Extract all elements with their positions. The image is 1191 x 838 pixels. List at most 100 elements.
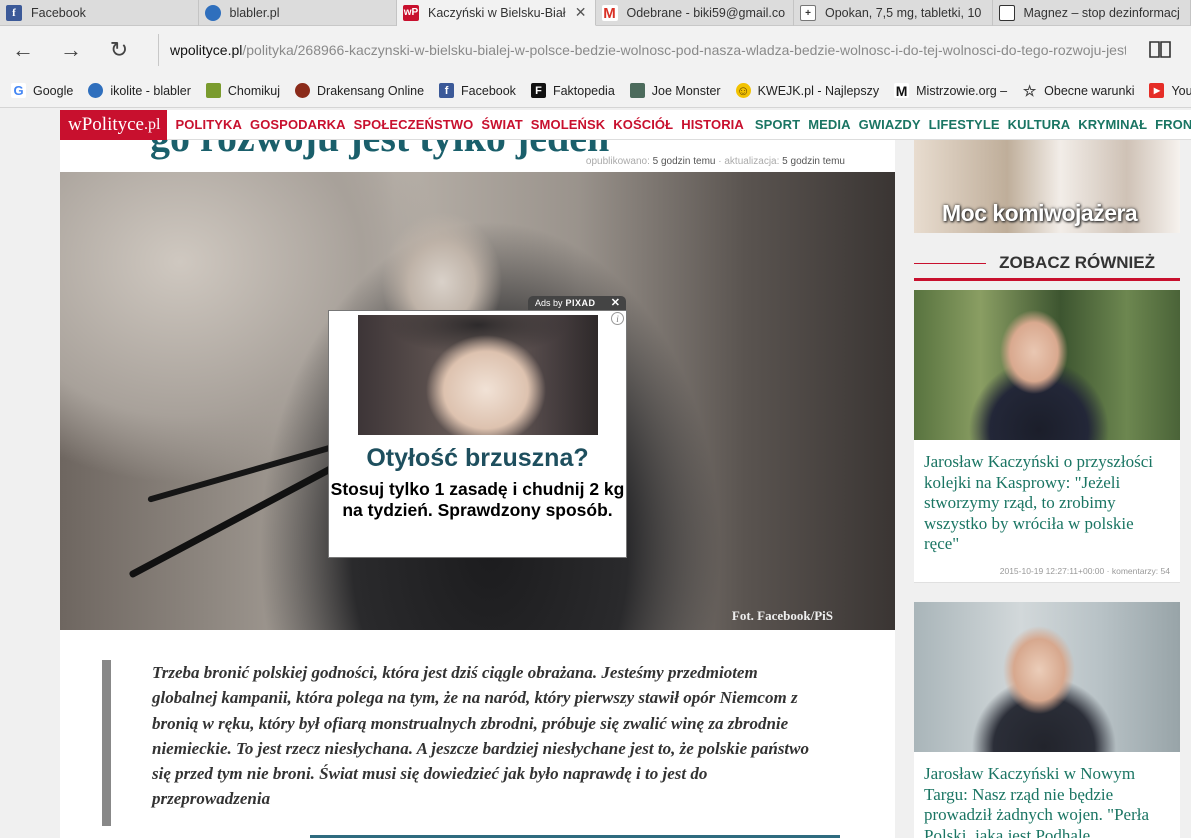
close-ad-icon[interactable]: ✕ bbox=[611, 296, 620, 309]
bookmark-label: Joe Monster bbox=[651, 83, 721, 98]
bookmark-label: Drakensang Online bbox=[317, 83, 425, 98]
updated-label: · aktualizacja: bbox=[718, 156, 780, 167]
site-logo[interactable]: wPolityce .pl bbox=[60, 109, 168, 140]
mistrzowie-icon: M bbox=[894, 82, 910, 99]
ad-popup[interactable]: i Otyłość brzuszna? Stosuj tylko 1 zasad… bbox=[328, 310, 627, 558]
comments-label: · komentarzy: bbox=[1106, 566, 1159, 576]
ad-brand: PIXAD bbox=[565, 298, 596, 308]
tab-facebook[interactable]: f Facebook bbox=[0, 0, 199, 26]
bookmark-label: Google bbox=[33, 83, 74, 98]
nav-gwiazdy[interactable]: GWIAZDY bbox=[859, 117, 921, 132]
address-bar[interactable]: wpolityce.pl/polityka/268966-kaczynski-w… bbox=[158, 34, 1126, 66]
article-meta: opublikowano: 5 godzin temu · aktualizac… bbox=[586, 156, 845, 167]
sidebar: Moc komiwojażera ZOBACZ RÓWNIEŻ Jarosław… bbox=[914, 140, 1180, 838]
logo-suffix: .pl bbox=[144, 115, 161, 133]
youtube-icon: ▶ bbox=[1149, 83, 1165, 98]
bookmark-drakensang[interactable]: Drakensang Online bbox=[295, 83, 424, 98]
address-path: /polityka/268966-kaczynski-w-bielsku-bia… bbox=[242, 42, 1126, 58]
bookmark-facebook[interactable]: f Facebook bbox=[439, 83, 516, 98]
related-article-card[interactable]: Jarosław Kaczyński w Nowym Targu: Nasz r… bbox=[914, 602, 1180, 838]
tab-wpolityce-article[interactable]: wP Kaczyński w Bielsku-Biał ✕ bbox=[397, 0, 596, 26]
bookmark-kwejk[interactable]: ☺ KWEJK.pl - Najlepszy bbox=[735, 83, 879, 98]
nav-swiat[interactable]: ŚWIAT bbox=[481, 117, 522, 132]
nav-sport[interactable]: SPORT bbox=[755, 117, 800, 132]
window-icon bbox=[998, 5, 1015, 21]
photo-caption: Fot. Facebook/PiS bbox=[731, 608, 833, 623]
bookmark-obecne-warunki[interactable]: ☆ Obecne warunki bbox=[1022, 82, 1135, 100]
nav-spoleczenstwo[interactable]: SPOŁECZEŃSTWO bbox=[354, 117, 474, 132]
bookmark-faktopedia[interactable]: F Faktopedia bbox=[530, 83, 615, 98]
bookmark-joe-monster[interactable]: Joe Monster bbox=[629, 83, 721, 98]
article-lead: Trzeba bronić polskiej godności, która j… bbox=[102, 660, 822, 826]
ad-label: Ads by PIXAD ✕ bbox=[528, 296, 626, 310]
ad-image[interactable] bbox=[358, 315, 598, 435]
related-article-title[interactable]: Jarosław Kaczyński o przyszłości kolejki… bbox=[924, 452, 1172, 555]
related-article-image[interactable] bbox=[914, 602, 1180, 752]
bookmarks-bar: G Google ikolite - blabler Chomikuj Drak… bbox=[0, 74, 1191, 108]
related-article-card[interactable]: Jarosław Kaczyński o przyszłości kolejki… bbox=[914, 290, 1180, 583]
bookmark-label: YouT bbox=[1171, 83, 1191, 98]
promo-banner[interactable]: Moc komiwojażera bbox=[914, 140, 1180, 233]
tab-label: Kaczyński w Bielsku-Biał bbox=[428, 5, 566, 20]
bookmark-label: Mistrzowie.org – bbox=[916, 83, 1008, 98]
nav-kultura[interactable]: KULTURA bbox=[1008, 117, 1071, 132]
site-main-nav: wPolityce .pl POLITYKA GOSPODARKA SPOŁECZ… bbox=[60, 109, 1191, 140]
reading-view-icon[interactable] bbox=[1149, 39, 1173, 61]
divider bbox=[914, 263, 986, 264]
drakensang-icon bbox=[295, 83, 311, 98]
bookmark-label: ikolite - blabler bbox=[110, 83, 191, 98]
ad-title[interactable]: Otyłość brzuszna? bbox=[329, 444, 626, 473]
bookmark-label: Chomikuj bbox=[227, 83, 281, 98]
related-article-title[interactable]: Jarosław Kaczyński w Nowym Targu: Nasz r… bbox=[924, 764, 1172, 838]
smiley-icon: ☺ bbox=[735, 83, 751, 98]
see-also-title: ZOBACZ RÓWNIEŻ bbox=[999, 253, 1155, 272]
tab-label: Facebook bbox=[31, 6, 86, 20]
facebook-icon: f bbox=[439, 83, 455, 98]
nav-kryminal[interactable]: KRYMINAŁ bbox=[1078, 117, 1147, 132]
back-arrow-icon[interactable]: ← bbox=[8, 35, 38, 65]
star-icon: ☆ bbox=[1022, 82, 1037, 100]
published-value: 5 godzin temu bbox=[652, 156, 716, 167]
divider bbox=[914, 278, 1180, 281]
bookmark-chomikuj[interactable]: Chomikuj bbox=[205, 83, 281, 98]
nav-polityka[interactable]: POLITYKA bbox=[175, 117, 242, 132]
tab-label: Magnez – stop dezinformacj bbox=[1023, 6, 1180, 20]
close-tab-icon[interactable]: ✕ bbox=[575, 4, 587, 21]
refresh-icon[interactable]: ↻ bbox=[104, 35, 134, 65]
facebook-icon: f bbox=[6, 5, 22, 21]
tab-blabler[interactable]: blabler.pl bbox=[199, 0, 397, 26]
nav-kosciol[interactable]: KOŚCIÓŁ bbox=[613, 117, 673, 132]
bookmark-label: Faktopedia bbox=[552, 83, 615, 98]
nav-historia[interactable]: HISTORIA bbox=[681, 117, 744, 132]
ad-body[interactable]: Stosuj tylko 1 zasadę i chudnij 2 kg na … bbox=[329, 479, 626, 521]
bookmark-youtube[interactable]: ▶ YouT bbox=[1149, 83, 1191, 98]
globe-icon bbox=[88, 83, 104, 98]
article-lead-text: Trzeba bronić polskiej godności, która j… bbox=[152, 663, 809, 809]
tab-gmail[interactable]: M Odebrane - biki59@gmail.co bbox=[596, 0, 794, 26]
nav-lifestyle[interactable]: LIFESTYLE bbox=[929, 117, 1000, 132]
bookmark-label: Obecne warunki bbox=[1044, 83, 1135, 98]
comments-count: 54 bbox=[1160, 566, 1170, 576]
tab-label: Opokan, 7,5 mg, tabletki, 10 bbox=[825, 6, 982, 20]
google-icon: G bbox=[11, 83, 26, 98]
info-icon[interactable]: i bbox=[611, 312, 624, 325]
tab-magnez[interactable]: Magnez – stop dezinformacj bbox=[993, 0, 1191, 26]
promo-title: Moc komiwojażera bbox=[942, 200, 1138, 226]
tab-opokan[interactable]: + Opokan, 7,5 mg, tabletki, 10 bbox=[794, 0, 993, 26]
browser-toolbar: ← → ↻ wpolityce.pl/polityka/268966-kaczy… bbox=[0, 26, 1191, 74]
nav-media[interactable]: MEDIA bbox=[808, 117, 850, 132]
nav-gospodarka[interactable]: GOSPODARKA bbox=[250, 117, 346, 132]
nav-fronda[interactable]: FRONDA bbox=[1155, 117, 1191, 132]
joe-monster-icon bbox=[629, 83, 645, 98]
bookmark-ikolite[interactable]: ikolite - blabler bbox=[88, 83, 191, 98]
bookmark-mistrzowie[interactable]: M Mistrzowie.org – bbox=[894, 82, 1008, 99]
ad-label-prefix: Ads by bbox=[535, 298, 563, 308]
wpolityce-icon: wP bbox=[403, 4, 419, 21]
related-article-image[interactable] bbox=[914, 290, 1180, 440]
nav-smolensk[interactable]: SMOLEŃSK bbox=[531, 117, 605, 132]
tab-label: blabler.pl bbox=[229, 6, 280, 20]
bookmark-google[interactable]: G Google bbox=[11, 83, 73, 98]
gmail-icon: M bbox=[601, 4, 618, 22]
faktopedia-icon: F bbox=[530, 83, 546, 98]
forward-arrow-icon[interactable]: → bbox=[56, 35, 86, 65]
